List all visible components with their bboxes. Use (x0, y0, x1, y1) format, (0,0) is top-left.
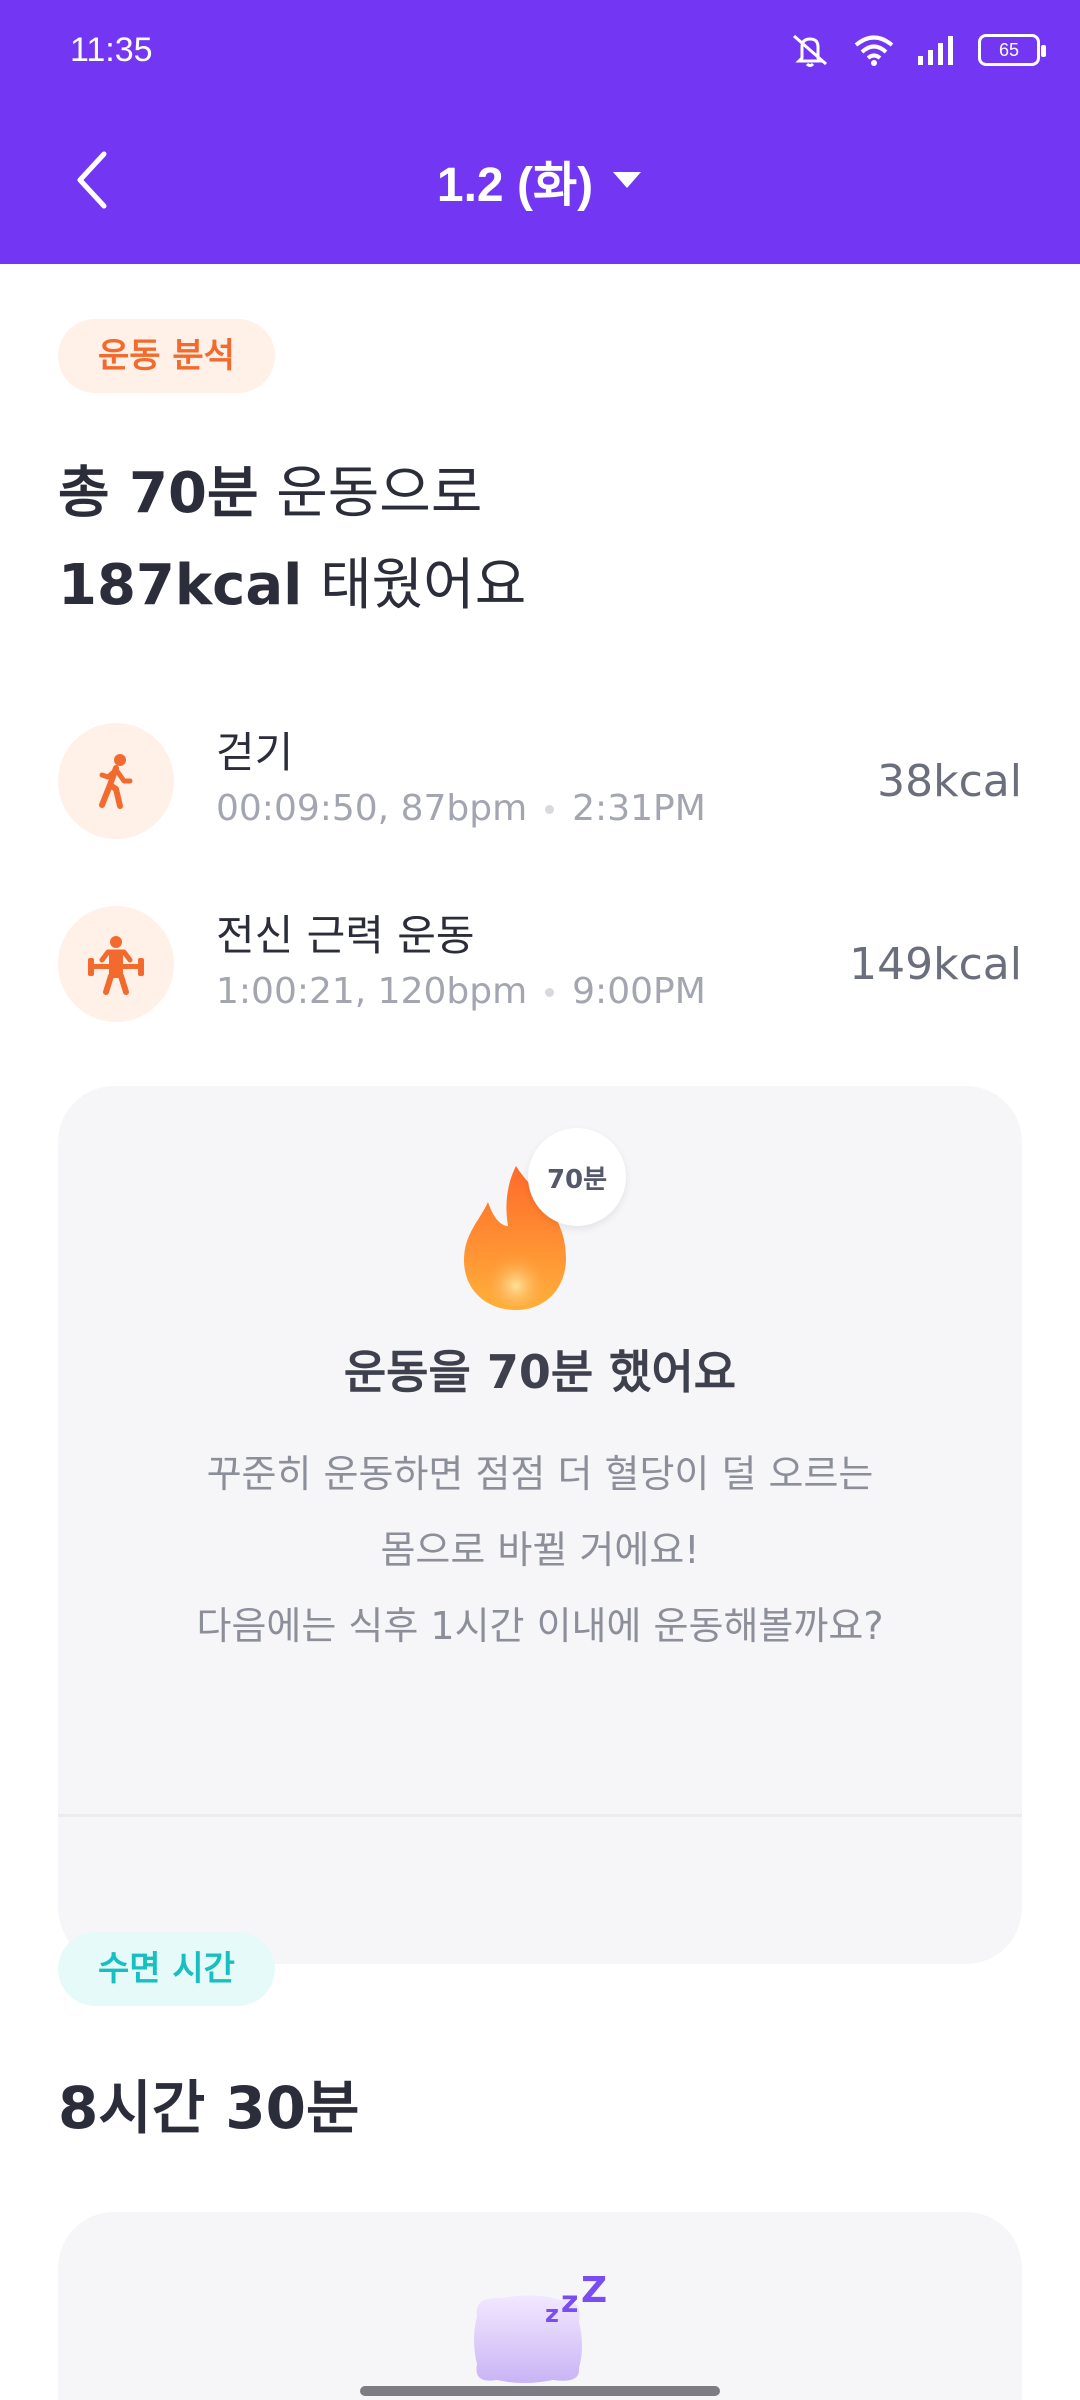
activity-name: 전신 근력 운동 (216, 911, 475, 960)
summary-line: 몸으로 바뀔 거에요! (380, 1528, 700, 1572)
headline-kcal: 187kcal (58, 553, 303, 618)
exercise-analysis-tag: 운동 분석 (58, 319, 275, 393)
status-time: 11:35 (70, 30, 153, 69)
activity-meta: 00:09:50, 87bpm 2:31PM (216, 781, 877, 837)
summary-title: 운동을 70분 했어요 (343, 1345, 737, 1399)
activity-row-strength[interactable]: 전신 근력 운동 1:00:21, 120bpm 9:00PM 149kcal (58, 904, 1022, 1024)
duration-badge: 70분 (528, 1128, 626, 1226)
mute-icon (793, 34, 827, 67)
exercise-summary-card: 70분 운동을 70분 했어요 꾸준히 운동하면 점점 더 혈당이 덜 오르는 … (58, 1086, 1022, 1964)
separator-dot (545, 987, 555, 997)
activity-row-walking[interactable]: 걷기 00:09:50, 87bpm 2:31PM 38kcal (58, 721, 1022, 841)
activity-kcal: 38kcal (877, 755, 1022, 807)
navigation-bar: 1.2 (화) (0, 130, 1080, 230)
home-indicator[interactable] (360, 2386, 720, 2396)
activity-stats: 1:00:21, 120bpm (216, 971, 528, 1012)
activity-time: 2:31PM (572, 788, 706, 829)
sleep-summary-card: z z Z (58, 2212, 1022, 2400)
activity-time: 9:00PM (572, 971, 706, 1012)
dropdown-icon (613, 172, 642, 188)
weightlifting-icon (58, 906, 174, 1022)
svg-text:z: z (561, 2285, 578, 2320)
status-bar: 11:35 65 (70, 22, 1046, 78)
summary-body: 꾸준히 운동하면 점점 더 혈당이 덜 오르는 몸으로 바뀔 거에요! 다음에는… (58, 1436, 1022, 1664)
date-title: 1.2 (화) (436, 159, 594, 212)
headline-total-suffix: 운동으로 (258, 461, 483, 526)
svg-text:Z: Z (581, 2276, 607, 2311)
date-selector[interactable]: 1.2 (화) (437, 145, 643, 215)
top-app-bar: 11:35 65 1.2 (화) (0, 0, 1080, 264)
back-arrow-icon (77, 151, 107, 209)
separator-dot (545, 804, 555, 814)
activity-name: 걷기 (216, 728, 294, 777)
battery-icon: 65 (978, 34, 1046, 66)
headline-kcal-suffix: 태웠어요 (302, 553, 527, 618)
activity-text: 걷기 00:09:50, 87bpm 2:31PM (216, 725, 877, 837)
back-button[interactable] (60, 148, 124, 212)
status-icons: 65 (788, 30, 1046, 70)
summary-line: 꾸준히 운동하면 점점 더 혈당이 덜 오르는 (206, 1452, 874, 1496)
sleep-headline: 8시간 30분 (58, 2074, 360, 2142)
summary-line: 다음에는 식후 1시간 이내에 운동해볼까요? (196, 1604, 884, 1648)
activity-kcal: 149kcal (849, 938, 1022, 990)
battery-level: 65 (998, 39, 1020, 60)
activity-text: 전신 근력 운동 1:00:21, 120bpm 9:00PM (216, 908, 849, 1020)
exercise-headline: 총 70분 운동으로 187kcal 태웠어요 (58, 448, 526, 632)
signal-icon (918, 36, 953, 65)
sleep-pillow-icon: z z Z (474, 2276, 607, 2383)
activity-stats: 00:09:50, 87bpm (216, 788, 528, 829)
headline-total-time: 총 70분 (58, 461, 259, 526)
svg-text:z: z (545, 2300, 559, 2328)
activity-meta: 1:00:21, 120bpm 9:00PM (216, 964, 849, 1020)
section-divider (58, 1814, 1022, 1817)
sleep-time-tag: 수면 시간 (58, 1932, 275, 2006)
walking-icon (58, 723, 174, 839)
wifi-icon (854, 35, 894, 66)
